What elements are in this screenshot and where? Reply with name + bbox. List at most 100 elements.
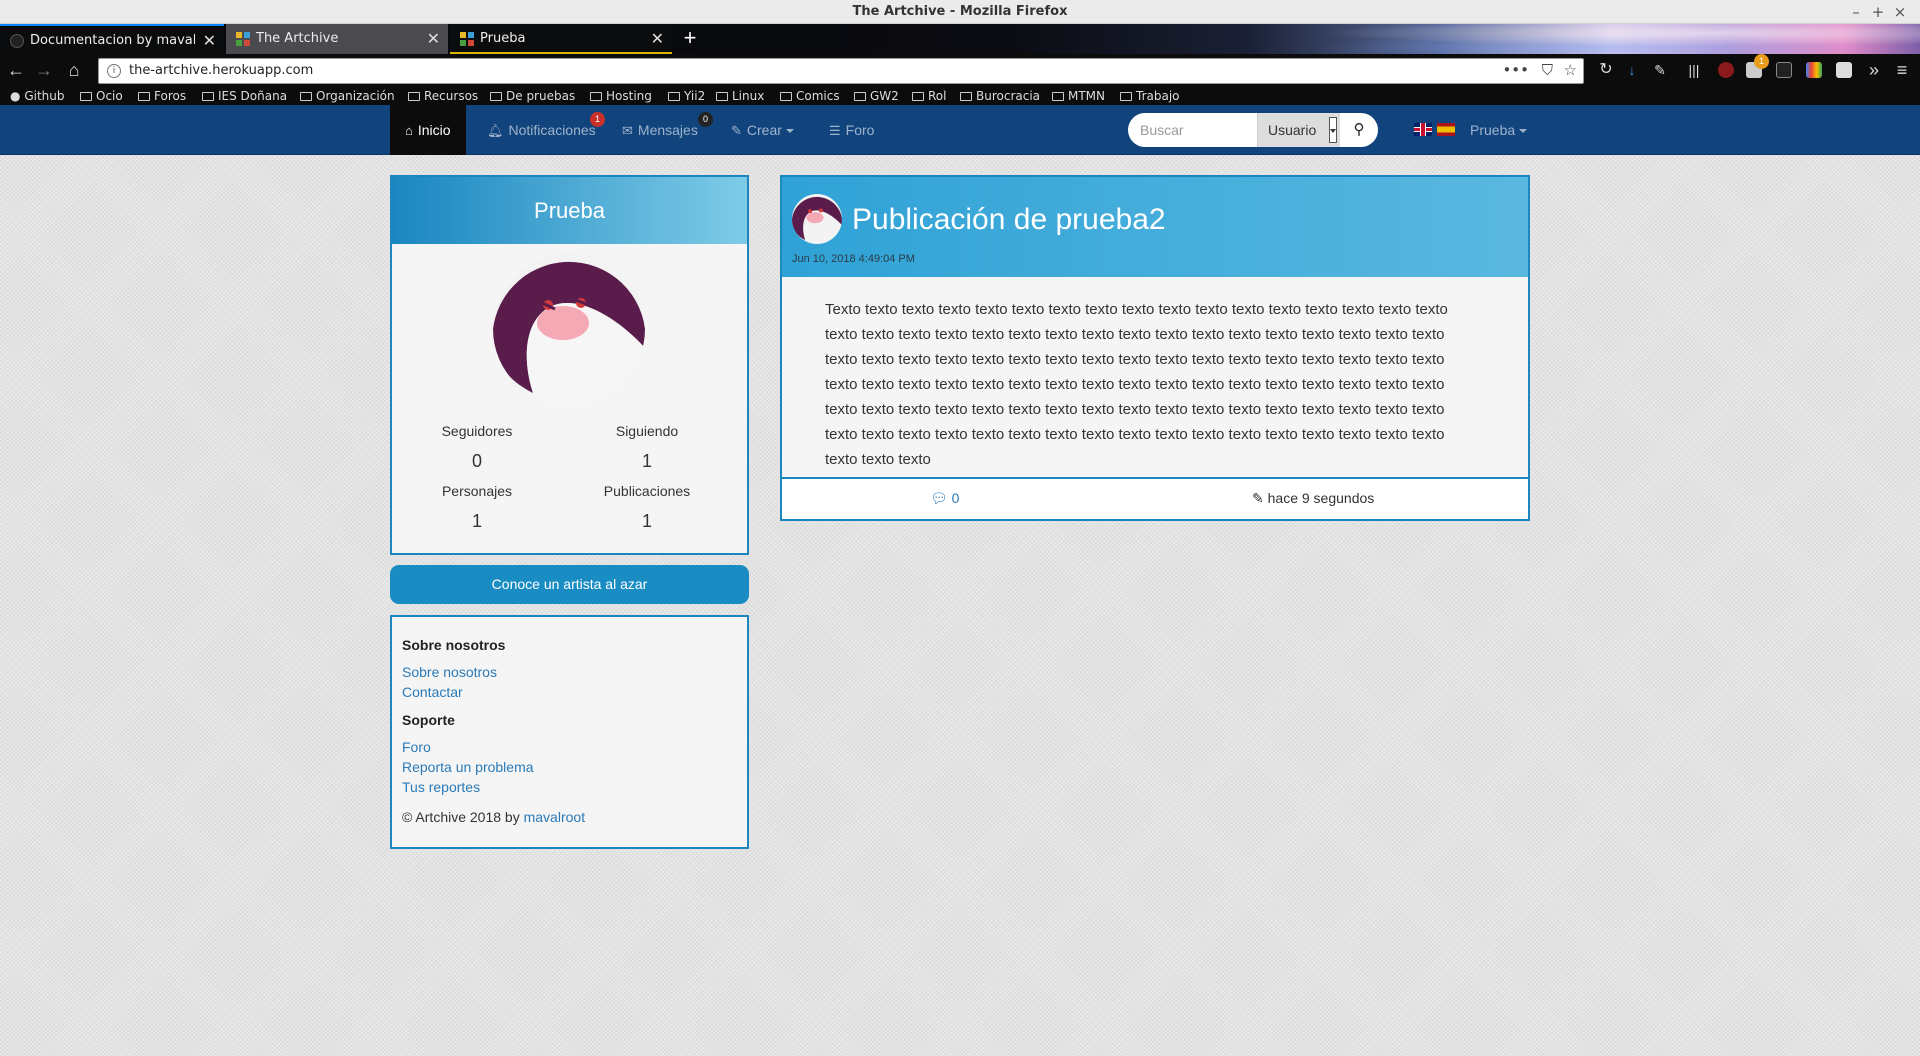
extension-icon[interactable] — [1806, 62, 1822, 78]
nav-home[interactable]: ⌂ Inicio — [390, 105, 466, 155]
folder-icon — [590, 92, 602, 101]
new-tab-button[interactable]: + — [678, 24, 702, 54]
home-icon[interactable]: ⌂ — [62, 58, 86, 82]
hamburger-menu-icon[interactable]: ≡ — [1890, 58, 1914, 82]
bookmark-folder[interactable]: Rol — [912, 87, 946, 105]
address-bar[interactable]: i the-artchive.herokuapp.com ••• ⛉ ☆ — [98, 58, 1584, 84]
folder-icon — [1120, 92, 1132, 101]
comments-link[interactable]: 💬︎ 0 — [930, 490, 959, 507]
bookmark-folder[interactable]: Recursos — [408, 87, 478, 105]
close-tab-icon[interactable]: ✕ — [651, 24, 664, 52]
stat-posts-value[interactable]: 1 — [562, 511, 732, 532]
download-icon[interactable]: ↓ — [1620, 58, 1644, 82]
forum-link[interactable]: Foro — [402, 739, 431, 755]
tab-label: Documentacion by mavalroot — [30, 33, 195, 48]
tab-prueba[interactable]: Prueba ✕ — [450, 24, 672, 54]
bookmark-folder[interactable]: Hosting — [590, 87, 652, 105]
about-link[interactable]: Sobre nosotros — [402, 664, 497, 680]
bookmark-folder[interactable]: Linux — [716, 87, 764, 105]
reload-icon[interactable]: ↻ — [1594, 58, 1618, 82]
support-heading: Soporte — [402, 712, 455, 728]
pocket-icon[interactable]: ⛉ — [1542, 61, 1553, 79]
bookmark-github[interactable]: ● Github — [10, 87, 64, 105]
github-icon — [10, 34, 24, 48]
folder-icon — [300, 92, 312, 101]
folder-icon — [912, 92, 924, 101]
folder-icon — [780, 92, 792, 101]
profile-name[interactable]: Prueba — [392, 177, 747, 244]
forward-icon[interactable]: → — [32, 58, 56, 82]
nav-create-dropdown[interactable]: ✎ Crear — [731, 105, 794, 155]
extension-icon[interactable] — [1836, 62, 1852, 78]
back-icon[interactable]: ← — [4, 58, 28, 82]
folder-icon — [490, 92, 502, 101]
bookmark-folder[interactable]: Foros — [138, 87, 186, 105]
post-date: Jun 10, 2018 4:49:04 PM — [792, 253, 915, 265]
search-button[interactable]: ⚲ — [1339, 113, 1378, 147]
author-link[interactable]: mavalroot — [524, 809, 585, 825]
nav-forum[interactable]: ☰ Foro — [829, 105, 874, 155]
stat-followers-value[interactable]: 0 — [392, 451, 562, 472]
search-type-select[interactable]: Usuario — [1257, 113, 1339, 147]
github-icon: ● — [10, 89, 21, 103]
envelope-icon: ✉ — [622, 123, 633, 138]
author-avatar[interactable] — [792, 194, 842, 244]
bookmark-folder[interactable]: GW2 — [854, 87, 899, 105]
browser-toolbar: ← → ⌂ i the-artchive.herokuapp.com ••• ⛉… — [0, 54, 1920, 87]
select-arrow-icon — [1329, 117, 1337, 143]
bookmark-star-icon[interactable]: ☆ — [1564, 61, 1577, 79]
minimize-icon[interactable]: – — [1846, 0, 1866, 24]
bookmark-folder[interactable]: IES Doñana — [202, 87, 287, 105]
stat-followers-label: Seguidores — [441, 423, 513, 439]
profile-card: Prueba Seguidores 0 Siguiendo 1 Personaj… — [390, 175, 749, 555]
random-artist-button[interactable]: Conoce un artista al azar — [390, 565, 749, 604]
spain-flag-icon[interactable] — [1437, 123, 1455, 136]
copyright: © Artchive 2018 by mavalroot — [402, 809, 586, 825]
bookmark-folder[interactable]: Yii2 — [668, 87, 705, 105]
url-text: the-artchive.herokuapp.com — [129, 63, 314, 78]
extension-icon[interactable] — [1776, 62, 1792, 78]
folder-icon — [854, 92, 866, 101]
nav-messages[interactable]: ✉ Mensajes 0 — [622, 105, 713, 155]
nav-notifications[interactable]: 🔔︎ Notificaciones 1 — [487, 105, 605, 155]
user-menu-dropdown[interactable]: Prueba — [1470, 105, 1528, 155]
my-reports-link[interactable]: Tus reportes — [402, 779, 480, 795]
bookmark-folder[interactable]: Organización — [300, 87, 395, 105]
bookmark-folder[interactable]: De pruebas — [490, 87, 575, 105]
stat-characters-value[interactable]: 1 — [392, 511, 562, 532]
folder-icon — [80, 92, 92, 101]
site-info-icon[interactable]: i — [107, 64, 121, 78]
contact-link[interactable]: Contactar — [402, 684, 463, 700]
search-input[interactable] — [1128, 113, 1257, 147]
ublock-icon[interactable] — [1718, 62, 1734, 78]
stat-following-value[interactable]: 1 — [562, 451, 732, 472]
page-actions-icon[interactable]: ••• — [1502, 61, 1529, 79]
artchive-favicon-icon — [460, 32, 474, 46]
close-window-icon[interactable]: × — [1890, 0, 1910, 24]
folder-icon — [716, 92, 728, 101]
bookmark-folder[interactable]: Trabajo — [1120, 87, 1180, 105]
search-group: Usuario ⚲ — [1128, 113, 1378, 147]
avatar[interactable] — [493, 253, 645, 405]
folder-icon — [1052, 92, 1064, 101]
folder-icon — [960, 92, 972, 101]
artchive-favicon-icon — [236, 32, 250, 46]
uk-flag-icon[interactable] — [1414, 123, 1432, 136]
search-icon: ⚲ — [1353, 121, 1365, 138]
post-title[interactable]: Publicación de prueba2 — [852, 203, 1166, 237]
bookmark-folder[interactable]: MTMN — [1052, 87, 1105, 105]
library-icon[interactable]: ||| — [1682, 58, 1706, 82]
bookmark-folder[interactable]: Comics — [780, 87, 840, 105]
overflow-menu-icon[interactable]: » — [1862, 58, 1886, 82]
report-problem-link[interactable]: Reporta un problema — [402, 759, 534, 775]
maximize-icon[interactable]: + — [1868, 0, 1888, 24]
tab-documentacion[interactable]: Documentacion by mavalroot ✕ — [0, 24, 224, 54]
feed-icon[interactable]: ✎ — [1648, 58, 1672, 82]
bookmark-folder[interactable]: Ocio — [80, 87, 123, 105]
close-tab-icon[interactable]: ✕ — [427, 24, 440, 54]
tab-the-artchive[interactable]: The Artchive ✕ — [226, 24, 448, 54]
bookmark-folder[interactable]: Burocracia — [960, 87, 1040, 105]
close-tab-icon[interactable]: ✕ — [203, 26, 216, 54]
post-header: Publicación de prueba2 Jun 10, 2018 4:49… — [782, 177, 1528, 277]
caret-down-icon — [1519, 129, 1528, 134]
